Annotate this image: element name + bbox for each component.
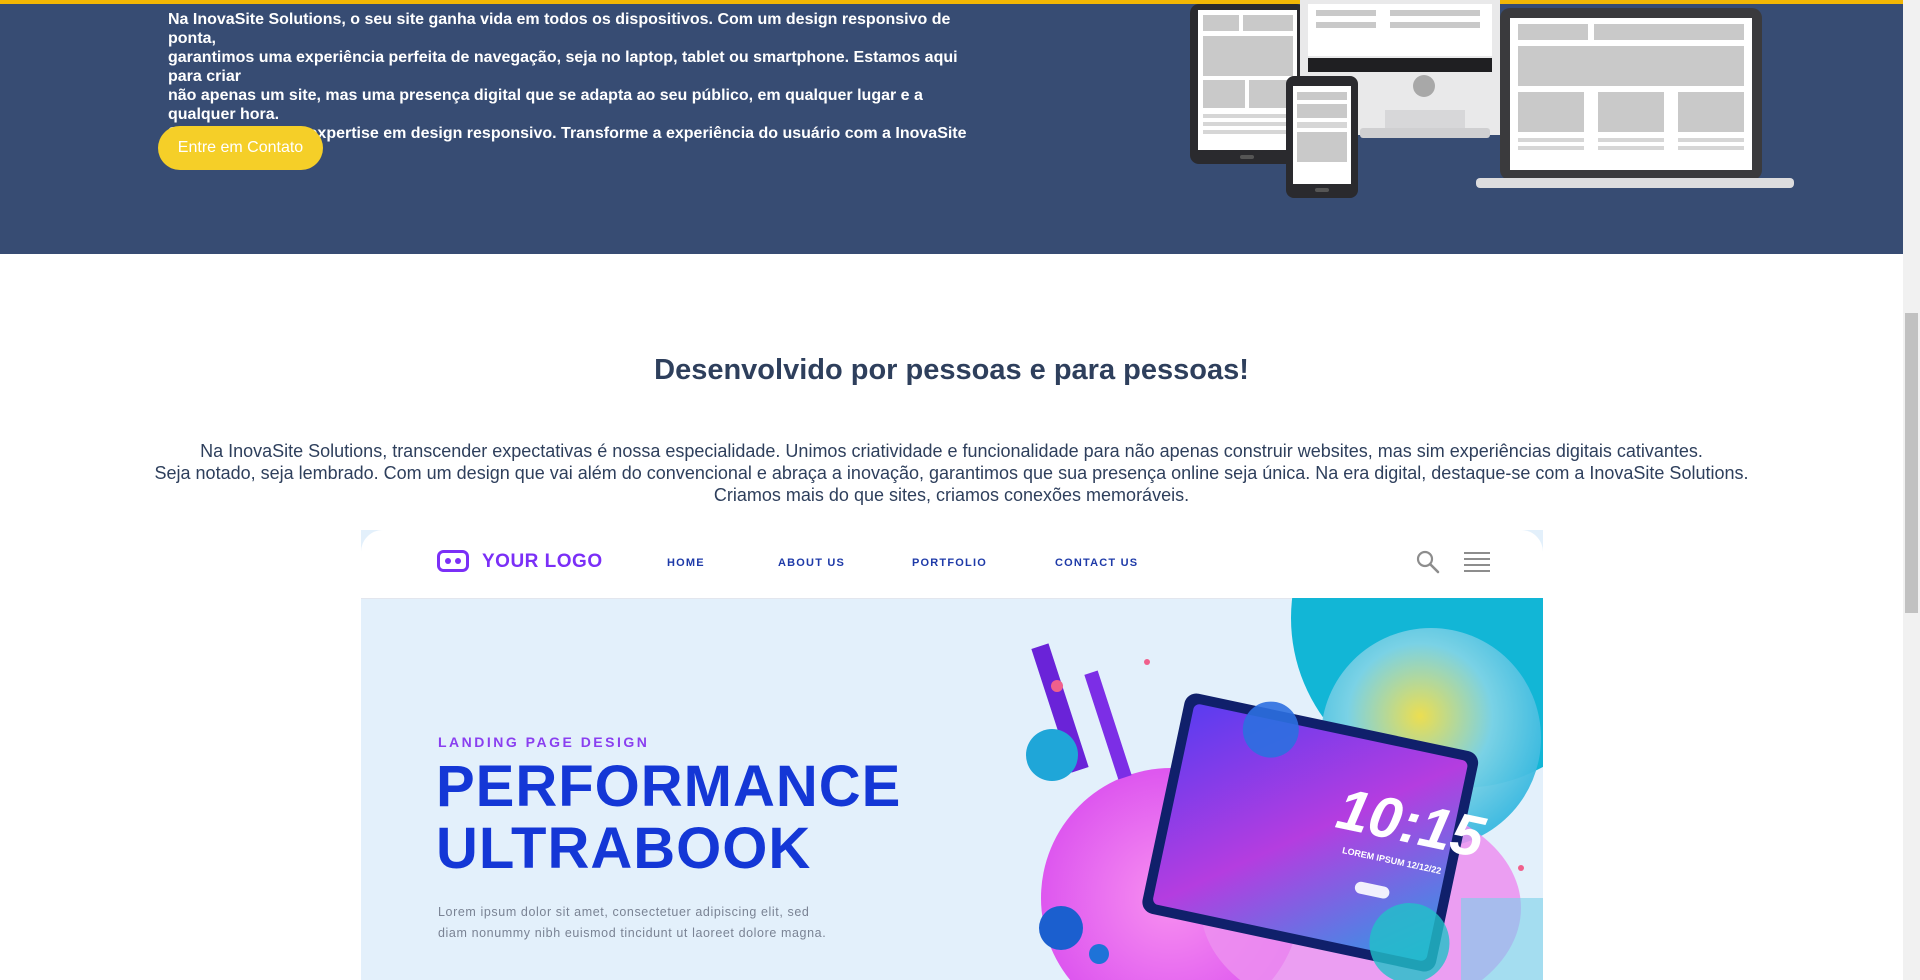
hero-line: não apenas um site, mas uma presença dig…: [168, 87, 923, 123]
search-icon: [1416, 550, 1440, 574]
mockup-logo-text: YOUR LOGO: [482, 551, 603, 572]
mockup-nav-contact: CONTACT US: [1055, 557, 1139, 569]
menu-icon: [1464, 552, 1490, 572]
section-line: Criamos mais do que sites, criamos conex…: [713, 485, 1190, 505]
hero-line: garantimos uma experiência perfeita de n…: [168, 49, 958, 85]
contact-button[interactable]: Entre em Contato: [158, 126, 323, 170]
section-title: Desenvolvido por pessoas e para pessoas!: [654, 354, 1249, 386]
ultrabook-illustration: 10:15 LOREM IPSUM 12/12/22: [1026, 598, 1543, 980]
mockup-nav-portfolio: PORTFOLIO: [912, 557, 987, 569]
mockup-nav-home: HOME: [667, 557, 705, 569]
landing-page-mockup: YOUR LOGO HOME ABOUT US PORTFOLIO CONTAC…: [361, 530, 1543, 980]
mockup-navbar: YOUR LOGO HOME ABOUT US PORTFOLIO CONTAC…: [361, 530, 1543, 599]
logo-icon: [437, 550, 469, 572]
mockup-headline-line-1: PERFORMANCE: [436, 754, 902, 819]
section-line: Na InovaSite Solutions, transcender expe…: [200, 441, 1703, 461]
mockup-headline: PERFORMANCE ULTRABOOK: [436, 756, 901, 880]
hero-line: Na InovaSite Solutions, o seu site ganha…: [168, 11, 951, 47]
scrollbar-thumb[interactable]: [1905, 313, 1918, 613]
mockup-description: Lorem ipsum dolor sit amet, consectetuer…: [438, 902, 898, 944]
mockup-nav-about: ABOUT US: [778, 557, 846, 569]
mockup-kicker: LANDING PAGE DESIGN: [438, 734, 650, 750]
mockup-description-line: Lorem ipsum dolor sit amet, consectetuer…: [438, 905, 810, 919]
section-body: Na InovaSite Solutions, transcender expe…: [120, 440, 1783, 506]
responsive-devices-illustration: [1190, 0, 1794, 198]
mockup-description-line: diam nonummy nibh euismod tincidunt ut l…: [438, 926, 827, 940]
section-line: Seja notado, seja lembrado. Com um desig…: [154, 463, 1749, 483]
mockup-headline-line-2: ULTRABOOK: [436, 816, 812, 881]
